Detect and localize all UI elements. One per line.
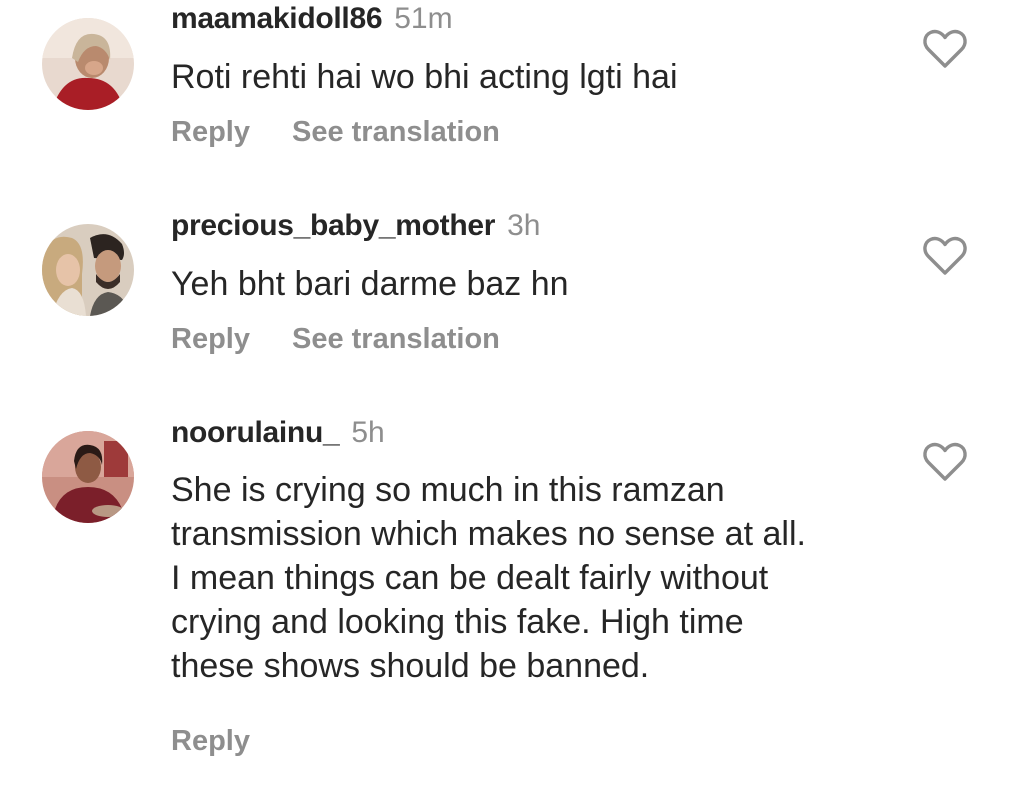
comment-header: precious_baby_mother 3h — [171, 208, 540, 244]
heart-outline-icon[interactable] — [922, 441, 968, 483]
heart-outline-icon[interactable] — [922, 28, 968, 70]
comment-text: Yeh bht bari darme baz hn — [171, 265, 569, 303]
heart-outline-icon[interactable] — [922, 235, 968, 277]
see-translation-button[interactable]: See translation — [292, 116, 500, 148]
username-link[interactable]: noorulainu_ — [171, 416, 340, 449]
username-link[interactable]: precious_baby_mother — [171, 209, 495, 242]
comment-text: Roti rehti hai wo bhi acting lgti hai — [171, 58, 678, 96]
comment-text-line: transmission which makes no sense at all… — [171, 515, 806, 553]
avatar[interactable] — [42, 18, 134, 110]
comment-text: She is crying so much in this ramzan tra… — [171, 468, 891, 688]
reply-button[interactable]: Reply — [171, 725, 250, 757]
see-translation-button[interactable]: See translation — [292, 323, 500, 355]
comment-time: 5h — [351, 416, 385, 449]
comment-text-line: She is crying so much in this ramzan — [171, 471, 725, 509]
comment-header: noorulainu_ 5h — [171, 415, 385, 451]
reply-button[interactable]: Reply — [171, 116, 250, 148]
comment-time: 3h — [507, 209, 541, 242]
comment-header: maamakidoll86 51m — [171, 1, 453, 37]
comment-actions: Reply See translation — [171, 114, 500, 150]
comment-text-line: crying and looking this fake. High time — [171, 603, 744, 641]
comment-time: 51m — [394, 2, 453, 35]
avatar[interactable] — [42, 431, 134, 523]
comment-text-line: these shows should be banned. — [171, 647, 650, 685]
username-link[interactable]: maamakidoll86 — [171, 2, 383, 35]
comment-actions: Reply — [171, 723, 250, 759]
comment-actions: Reply See translation — [171, 321, 500, 357]
reply-button[interactable]: Reply — [171, 323, 250, 355]
comment-text-line: I mean things can be dealt fairly withou… — [171, 559, 769, 597]
avatar[interactable] — [42, 224, 134, 316]
